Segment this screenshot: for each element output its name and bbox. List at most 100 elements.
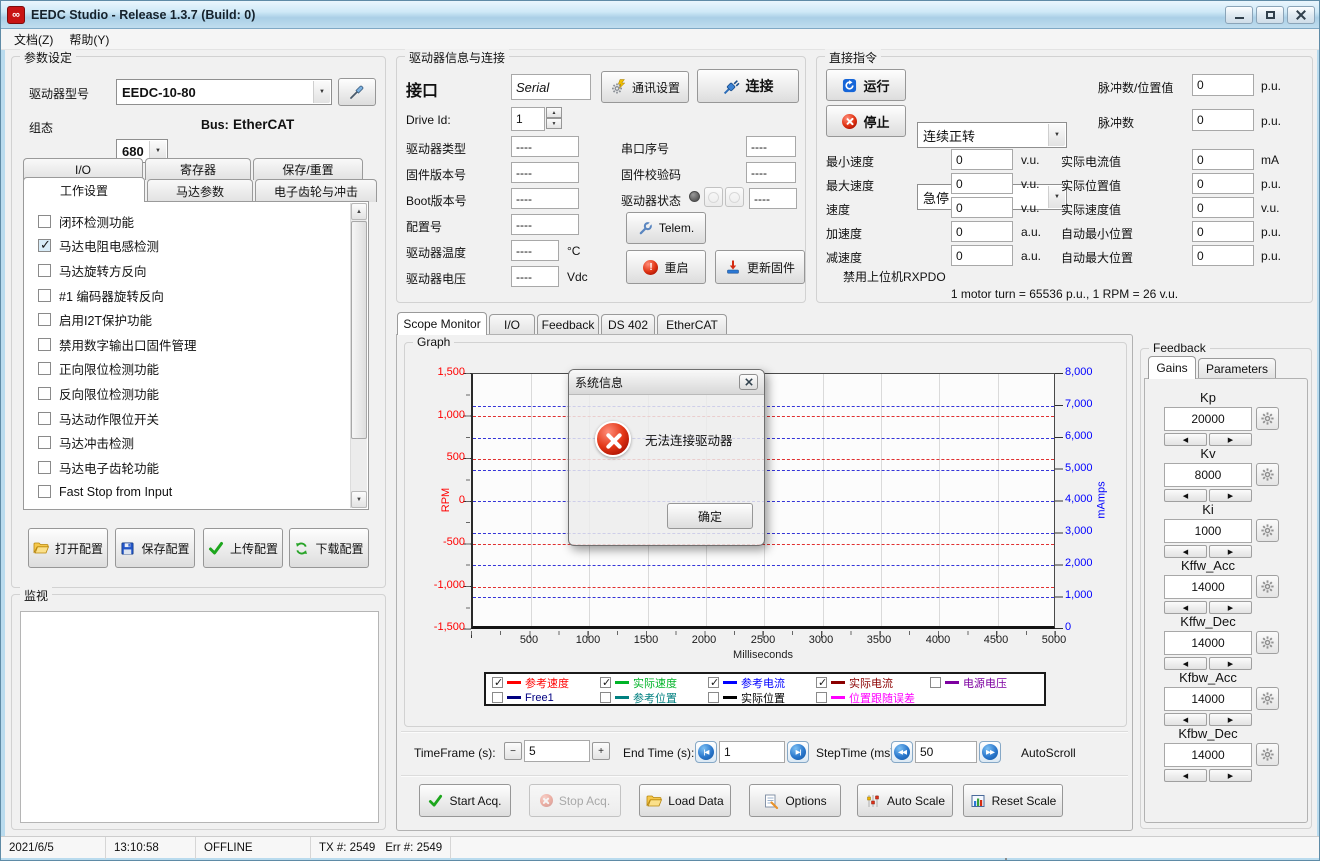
- min-speed-field[interactable]: 0: [951, 149, 1013, 170]
- tab-scope-monitor[interactable]: Scope Monitor: [397, 312, 487, 335]
- gain-kffw-dec-field[interactable]: 14000: [1164, 631, 1252, 655]
- checkbox[interactable]: [38, 239, 51, 252]
- drive-id-stepper[interactable]: ▲▼: [546, 107, 562, 129]
- auto-min-pos-field[interactable]: 0: [1192, 221, 1254, 242]
- gain-increment-button[interactable]: ▶: [1209, 713, 1252, 726]
- gain-decrement-button[interactable]: ◀: [1164, 545, 1207, 558]
- list-item[interactable]: 马达动作限位开关: [24, 406, 368, 431]
- tab-save-reset[interactable]: 保存/重置: [253, 158, 363, 180]
- auto-scale-button[interactable]: Auto Scale: [857, 784, 953, 817]
- minimize-button[interactable]: [1225, 6, 1253, 24]
- accel-field[interactable]: 0: [951, 221, 1013, 242]
- timeframe-field[interactable]: 5: [524, 740, 590, 762]
- gain-decrement-button[interactable]: ◀: [1164, 601, 1207, 614]
- auto-max-pos-field[interactable]: 0: [1192, 245, 1254, 266]
- menu-file[interactable]: 文档(Z): [6, 29, 61, 50]
- gain-settings-button[interactable]: [1256, 631, 1279, 654]
- list-item[interactable]: 正向限位检测功能: [24, 357, 368, 382]
- update-firmware-button[interactable]: 更新固件: [715, 250, 805, 284]
- load-data-button[interactable]: Load Data: [639, 784, 731, 817]
- list-item[interactable]: 马达电阻电感检测: [24, 234, 368, 259]
- spin-up-icon[interactable]: ▲: [546, 107, 562, 118]
- legend-item[interactable]: 实际速度: [600, 675, 708, 690]
- dialog-close-button[interactable]: [739, 374, 758, 390]
- pulse-count-field[interactable]: 0: [1192, 109, 1254, 131]
- legend-item[interactable]: 实际位置: [708, 690, 816, 705]
- gain-increment-button[interactable]: ▶: [1209, 489, 1252, 502]
- gain-settings-button[interactable]: [1256, 687, 1279, 710]
- scrollbar-thumb[interactable]: [351, 221, 367, 439]
- chevron-down-icon[interactable]: ▼: [313, 81, 330, 103]
- telemetry-button[interactable]: Telem.: [626, 212, 706, 244]
- gain-settings-button[interactable]: [1256, 407, 1279, 430]
- tab-parameters[interactable]: Parameters: [1198, 358, 1276, 379]
- checkbox[interactable]: [38, 313, 51, 326]
- reset-scale-button[interactable]: Reset Scale: [963, 784, 1063, 817]
- restart-button[interactable]: ! 重启: [626, 250, 706, 284]
- save-config-button[interactable]: 保存配置: [115, 528, 195, 568]
- list-item[interactable]: 反向限位检测功能: [24, 381, 368, 406]
- checkbox[interactable]: [38, 461, 51, 474]
- gain-kfbw-dec-field[interactable]: 14000: [1164, 743, 1252, 767]
- legend-item[interactable]: 参考电流: [708, 675, 816, 690]
- interface-field[interactable]: Serial: [511, 74, 591, 100]
- checkbox[interactable]: [38, 387, 51, 400]
- tab-scope-feedback[interactable]: Feedback: [537, 314, 599, 335]
- list-item[interactable]: 马达旋转方反向: [24, 258, 368, 283]
- tab-work-settings[interactable]: 工作设置: [23, 177, 145, 202]
- status-indicator-button-1[interactable]: [704, 187, 723, 207]
- list-item[interactable]: 闭环检测功能: [24, 209, 368, 234]
- tab-registers[interactable]: 寄存器: [145, 158, 251, 180]
- gain-settings-button[interactable]: [1256, 743, 1279, 766]
- gain-increment-button[interactable]: ▶: [1209, 545, 1252, 558]
- run-mode-combo[interactable]: 连续正转 ▼: [917, 122, 1067, 148]
- gain-decrement-button[interactable]: ◀: [1164, 433, 1207, 446]
- gain-kv-field[interactable]: 8000: [1164, 463, 1252, 487]
- chevron-down-icon[interactable]: ▼: [1048, 124, 1065, 146]
- dialog-ok-button[interactable]: 确定: [667, 503, 753, 529]
- endtime-field[interactable]: 1: [719, 741, 785, 763]
- stop-button[interactable]: 停止: [826, 105, 906, 137]
- pulse-pos-field[interactable]: 0: [1192, 74, 1254, 96]
- tab-motor-params[interactable]: 马达参数: [147, 179, 253, 202]
- checkbox[interactable]: [38, 362, 51, 375]
- list-item[interactable]: 马达冲击检测: [24, 430, 368, 455]
- gain-ki-field[interactable]: 1000: [1164, 519, 1252, 543]
- timeframe-minus-button[interactable]: −: [504, 742, 522, 760]
- run-button[interactable]: 运行: [826, 69, 906, 101]
- maximize-button[interactable]: [1256, 6, 1284, 24]
- connect-button[interactable]: 连接: [697, 69, 799, 103]
- upload-config-button[interactable]: 上传配置: [203, 528, 283, 568]
- open-config-button[interactable]: 打开配置: [28, 528, 108, 568]
- list-item[interactable]: 启用I2T保护功能: [24, 307, 368, 332]
- legend-item[interactable]: 位置跟随误差: [816, 690, 930, 705]
- tab-gear-impact[interactable]: 电子齿轮与冲击: [255, 179, 377, 202]
- legend-item[interactable]: 电源电压: [930, 675, 1044, 690]
- checkbox[interactable]: [38, 215, 51, 228]
- checkbox[interactable]: [38, 264, 51, 277]
- scroll-up-icon[interactable]: ▲: [351, 203, 367, 220]
- checkbox[interactable]: [38, 436, 51, 449]
- gain-kp-field[interactable]: 20000: [1164, 407, 1252, 431]
- legend-item[interactable]: 参考位置: [600, 690, 708, 705]
- checkbox[interactable]: [38, 485, 51, 498]
- steptime-field[interactable]: 50: [915, 741, 977, 763]
- list-scrollbar[interactable]: ▲ ▼: [350, 203, 367, 508]
- spin-down-icon[interactable]: ▼: [546, 118, 562, 129]
- gain-settings-button[interactable]: [1256, 575, 1279, 598]
- scroll-down-icon[interactable]: ▼: [351, 491, 367, 508]
- gain-decrement-button[interactable]: ◀: [1164, 489, 1207, 502]
- timeframe-plus-button[interactable]: +: [592, 742, 610, 760]
- gain-increment-button[interactable]: ▶: [1209, 433, 1252, 446]
- gain-settings-button[interactable]: [1256, 519, 1279, 542]
- options-button[interactable]: Options: [749, 784, 841, 817]
- tab-scope-io[interactable]: I/O: [489, 314, 535, 335]
- step-forward-button[interactable]: ▶▶: [979, 741, 1001, 763]
- menu-help[interactable]: 帮助(Y): [61, 29, 117, 50]
- checkbox[interactable]: [38, 289, 51, 302]
- monitor-output[interactable]: [20, 611, 379, 823]
- list-item-partial[interactable]: [24, 504, 368, 510]
- close-button[interactable]: [1287, 6, 1315, 24]
- skip-to-end-button[interactable]: ▶|: [787, 741, 809, 763]
- gain-increment-button[interactable]: ▶: [1209, 769, 1252, 782]
